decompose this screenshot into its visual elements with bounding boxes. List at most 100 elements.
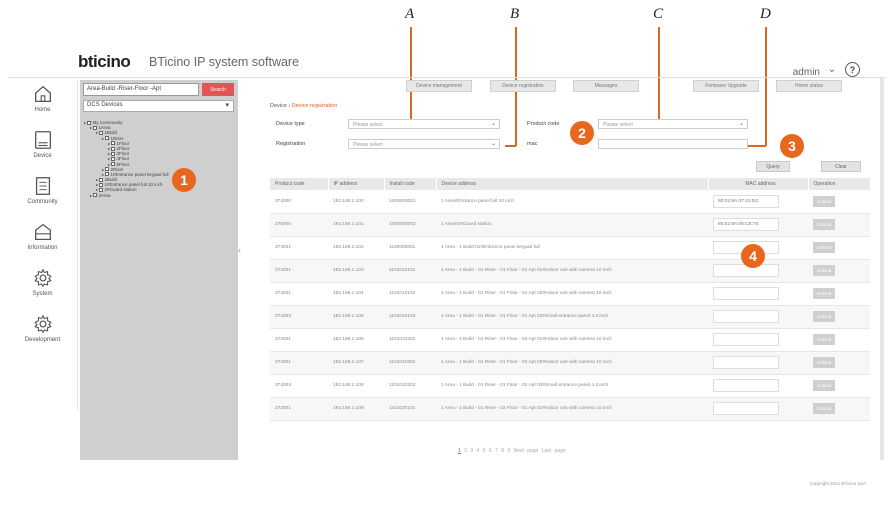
page-link[interactable]: 3 [470,448,473,454]
tree-node-checkbox[interactable] [111,151,116,156]
cell-mac: 80:02:8A:07:41:DC [708,190,808,214]
page-link[interactable]: 6 [489,448,492,454]
device-type-select[interactable]: Please select ⌄ [348,119,500,129]
clear-button[interactable]: Clear [821,161,861,172]
mac-label: mac [527,141,538,147]
nav-label: Information [27,245,58,251]
tree-node[interactable]: ▸ 2Area [84,193,234,198]
nav-development[interactable]: Development [8,310,77,356]
page-link[interactable]: 9 [507,448,510,454]
expand-icon[interactable]: ▸ [102,136,104,141]
page-link[interactable]: 1 [458,448,461,454]
cell-ip: 192.168.1.109 [328,397,384,421]
cell-address: 1 Area - 1 Build 01#Entrance panel keypa… [436,236,708,260]
manual-figure: A B C D bticino BTicino IP system softwa… [0,0,890,528]
cell-mac: 80:02:8A:06:C6:78 [708,213,808,237]
page-link[interactable]: 7 [495,448,498,454]
pagination: 1 2 3 4 5 6 7 8 9 Next page Last page [458,448,566,454]
toolbar-firmware-upgrade[interactable]: Firmware Upgrade [693,80,759,92]
cell-ip: 192.168.1.103 [328,259,384,283]
chevron-down-icon[interactable]: ⌄ [828,64,836,75]
tree-node-checkbox[interactable] [99,188,104,193]
query-button[interactable]: Query [756,161,790,172]
collapse-panel-icon[interactable]: ‹ [238,245,241,255]
mac-address-input[interactable] [713,333,779,346]
cell-address: 1 Area - 1 Build - 01 Riser - 01 Floor -… [436,305,708,329]
tree-node-checkbox[interactable] [99,177,104,182]
tree-node-checkbox[interactable] [87,120,92,125]
nav-information[interactable]: Information [8,218,77,264]
unbind-button[interactable]: Unbind [813,403,835,414]
mac-address-input[interactable] [713,402,779,415]
cell-operation: Unbind [808,282,870,306]
product-code-select[interactable]: Please select ⌄ [598,119,748,129]
unbind-button[interactable]: Unbind [813,380,835,391]
expand-icon[interactable]: ▸ [90,125,92,130]
breadcrumb-root[interactable]: Device [270,103,287,109]
nav-label: System [32,291,53,297]
toolbar-home-status[interactable]: Home status [776,80,842,92]
toolbar-device-registration[interactable]: Device registration [490,80,556,92]
tree-node-checkbox[interactable] [105,172,110,177]
page-link[interactable]: 4 [477,448,480,454]
unbind-button[interactable]: Unbind [813,242,835,253]
tree-node-checkbox[interactable] [105,136,110,141]
cell-operation: Unbind [808,305,870,329]
mac-address-input[interactable]: 80:02:8A:07:41:DC [713,194,779,208]
toolbar-device-management[interactable]: Device management [406,80,472,92]
mac-address-input[interactable] [713,287,779,300]
page-link[interactable]: 2 [464,448,467,454]
expand-icon[interactable]: ▸ [96,130,98,135]
expand-icon[interactable]: ▸ [84,120,86,125]
cell-operation: Unbind [808,397,870,421]
cell-code: 373001 [270,259,328,283]
cell-operation: Unbind [808,259,870,283]
unbind-button[interactable]: Unbind [813,334,835,345]
mac-address-input[interactable] [713,379,779,392]
page-link[interactable]: 8 [501,448,504,454]
mac-address-input[interactable]: 80:02:8A:06:C6:78 [713,218,779,231]
unbind-button[interactable]: Unbind [813,311,835,322]
nav-community[interactable]: Community [8,172,77,218]
unbind-button[interactable]: Unbind [813,219,835,230]
tree-node-checkbox[interactable] [93,125,98,130]
tree-node-checkbox[interactable] [111,146,116,151]
user-menu[interactable]: admin [793,67,820,78]
tree-search-input[interactable]: Area-Build -Riser-Floor -Apt [83,83,199,96]
table-row: 374003 192.168.1.105 1101010103 1 Area - 1 … [270,305,870,329]
nav-system[interactable]: System [8,264,77,310]
tree-node-checkbox[interactable] [111,156,116,161]
tree-node-checkbox[interactable] [105,167,110,172]
toolbar-messages[interactable]: Messages [573,80,639,92]
expand-icon[interactable]: ▸ [90,193,92,198]
nav-device[interactable]: Device [8,126,77,172]
registration-select[interactable]: Please select ⌄ [348,139,500,149]
cell-address: 1 Area - 1 Build - 01 Riser - 01 Floor -… [436,259,708,283]
mac-address-input[interactable] [713,356,779,369]
mac-address-input[interactable] [713,310,779,323]
chevron-down-icon: ▾ [225,102,229,109]
unbind-button[interactable]: Unbind [813,288,835,299]
mac-input[interactable] [598,139,748,149]
nav-home[interactable]: Home [8,80,77,126]
cell-code: 374001 [270,236,328,260]
cell-address: 1 Area#Entrance panel full 10 inch [436,190,708,214]
unbind-button[interactable]: Unbind [813,265,835,276]
table-body: 374000 192.168.1.100 1000000001 1 Area#Entr… [270,190,870,421]
tree-device-select[interactable]: DCS Devices ▾ [83,100,234,112]
device-icon [34,131,51,149]
tree-node-checkbox[interactable] [93,193,98,198]
cell-operation: Unbind [808,328,870,352]
page-next-link[interactable]: Next page [514,448,539,454]
page-link[interactable]: 5 [483,448,486,454]
tree-node-checkbox[interactable] [111,162,116,167]
tree-node-checkbox[interactable] [99,182,104,187]
page-last-link[interactable]: Last page [542,448,566,454]
unbind-button[interactable]: Unbind [813,195,835,207]
tree-search-button[interactable]: Search [202,83,234,96]
tree-node-checkbox[interactable] [111,141,116,146]
help-icon[interactable]: ? [845,62,860,77]
unbind-button[interactable]: Unbind [813,357,835,368]
page-scrollbar[interactable] [880,78,884,460]
tree-node-checkbox[interactable] [99,130,104,135]
